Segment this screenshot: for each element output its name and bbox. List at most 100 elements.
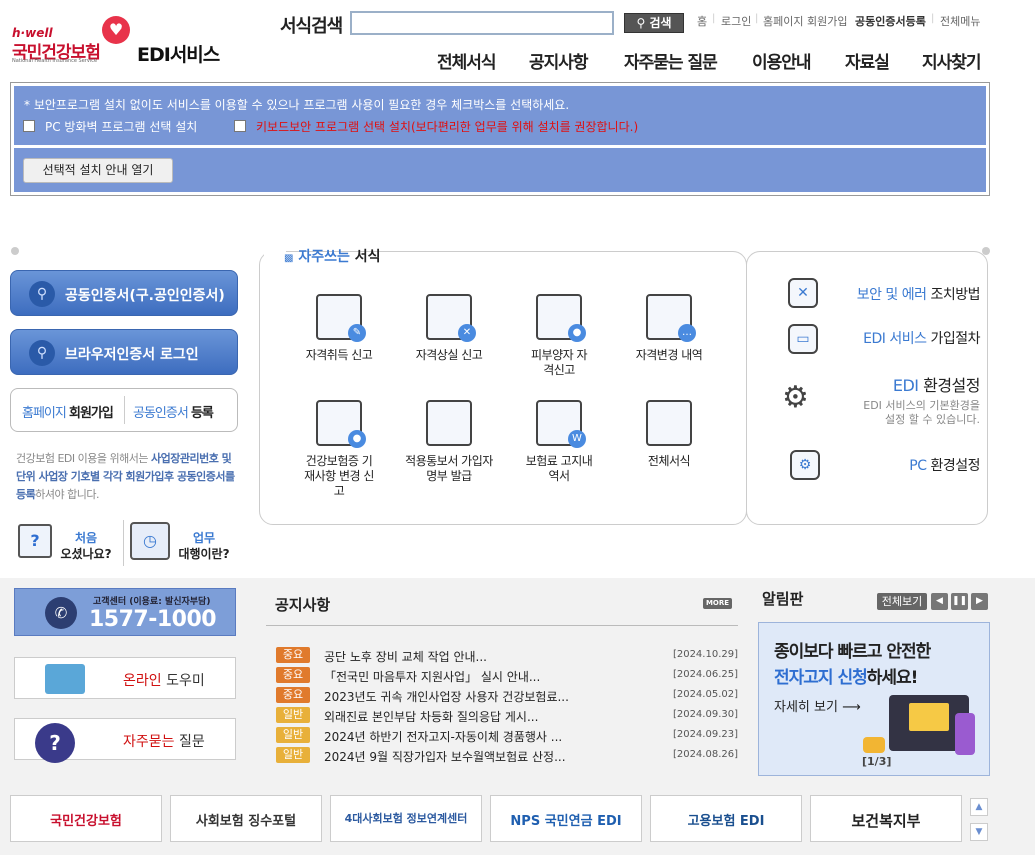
footer-logo-label: 고용보험 EDI: [687, 814, 765, 829]
search-button[interactable]: ⚲ 검색: [624, 13, 684, 33]
fav-item-acquire[interactable]: ✎ 자격취득 신고: [284, 294, 394, 363]
signup-link[interactable]: 홈페이지 회원가입: [22, 402, 114, 421]
keyboard-security-checkbox-label: 키보드보안 프로그램 선택 설치(보다편리한 업무를 위해 설치를 권장합니다.…: [256, 120, 639, 134]
notice-text: 2024년 하반기 전자고지-자동이체 경품행사 ...: [324, 730, 563, 744]
cert-register-prefix: 공동인증서: [133, 406, 189, 421]
scroll-down-icon[interactable]: ▼: [970, 823, 988, 841]
footer-logo-employment[interactable]: 고용보험 EDI: [650, 795, 802, 842]
footer-logo-4insurance[interactable]: 4대사회보험 정보연계센터: [330, 795, 482, 842]
fav-label: 피부양자 자격신고: [530, 348, 588, 377]
footer-logo-mohw[interactable]: 보건복지부: [810, 795, 962, 842]
notice-row[interactable]: 일반 2024년 하반기 전자고지-자동이체 경품행사 ... [2024.09…: [276, 726, 738, 744]
notice-more-button[interactable]: MORE: [703, 598, 732, 609]
search-input[interactable]: [350, 11, 614, 35]
util-separator: |: [755, 13, 759, 24]
notice-row[interactable]: 일반 2024년 9월 직장가입자 보수월액보험료 산정... [2024.08…: [276, 746, 738, 764]
key-icon: ⚲: [29, 340, 55, 366]
bulletin-view-all-button[interactable]: 전체보기: [877, 593, 927, 610]
util-link-home[interactable]: 홈: [697, 13, 707, 29]
question-monitor-icon[interactable]: ?: [18, 524, 52, 558]
pc-settings-link[interactable]: PC 환경설정: [909, 455, 980, 475]
next-icon[interactable]: ▶: [971, 593, 988, 610]
notice-text: 2024년 9월 직장가입자 보수월액보험료 산정...: [324, 750, 566, 764]
pause-icon[interactable]: ❚❚: [951, 593, 968, 610]
notice-row[interactable]: 중요 2023년도 귀속 개인사업장 사용자 건강보험료... [2024.05…: [276, 686, 738, 704]
fav-label: 자격변경 내역: [635, 348, 703, 362]
security-error-link[interactable]: 보안 및 에러 조치방법: [856, 284, 981, 304]
footer-logo-label: 사회보험 징수포털: [195, 814, 297, 829]
notice-row[interactable]: 일반 외래진료 본인부담 차등화 질의응답 게시... [2024.09.30]: [276, 706, 738, 724]
first-visit-link[interactable]: 처음 오셨나요?: [56, 530, 116, 562]
signup-prefix: 홈페이지: [22, 406, 67, 421]
notice-badge: 중요: [276, 687, 310, 703]
firewall-checkbox[interactable]: [23, 120, 35, 132]
fav-item-notice-issue[interactable]: 적용통보서 가입자명부 발급: [394, 400, 504, 484]
helper-person-icon: [45, 664, 85, 694]
fav-item-change-history[interactable]: … 자격변경 내역: [614, 294, 724, 363]
agency-clock-icon[interactable]: ◷: [130, 522, 170, 560]
edi-settings-link[interactable]: EDI 환경설정: [893, 372, 981, 396]
notice-badge: 일반: [276, 707, 310, 723]
banner-more-link[interactable]: 자세히 보기 ⟶: [774, 696, 861, 715]
form-cancel-icon: ✕: [426, 294, 476, 342]
r1-blue: 보안 및 에러: [856, 287, 927, 303]
fav-label: 보험료 고지내역서: [525, 454, 593, 483]
notice-date: [2024.05.02]: [672, 689, 738, 700]
notice-date: [2024.10.29]: [672, 649, 738, 660]
call-label: 고객센터 (이용료: 발신자부담): [93, 597, 211, 607]
agency-2: 대행이란?: [178, 547, 230, 561]
gnb-faq[interactable]: 자주묻는 질문: [624, 48, 718, 73]
footer-logo-label: 4대사회보험 정보연계센터: [344, 812, 468, 825]
gnb-guide[interactable]: 이용안내: [752, 48, 812, 73]
fav-item-card-change[interactable]: ● 건강보험증 기재사항 변경 신고: [284, 400, 394, 499]
e-notice-banner[interactable]: 종이보다 빠르고 안전한 전자고지 신청하세요! 자세히 보기 ⟶ [1/3]: [758, 622, 990, 776]
search-button-label: 검색: [649, 16, 672, 30]
prev-icon[interactable]: ◀: [931, 593, 948, 610]
fav-label: 적용통보서 가입자명부 발급: [405, 454, 493, 483]
util-link-login[interactable]: 로그인: [721, 13, 751, 29]
heart-logo-icon: ♥: [102, 16, 130, 44]
gnb-branch-finder[interactable]: 지사찾기: [922, 48, 982, 73]
r4-black: 환경설정: [930, 458, 980, 474]
browser-cert-login-button[interactable]: ⚲ 브라우저인증서 로그인: [10, 329, 238, 375]
gnb-library[interactable]: 자료실: [845, 48, 890, 73]
monitor-chat-icon: …: [646, 294, 696, 342]
faq-button[interactable]: ? 자주묻는 질문: [14, 718, 236, 763]
util-separator: |: [931, 13, 935, 24]
notice-text: 2023년도 귀속 개인사업장 사용자 건강보험료...: [324, 690, 569, 704]
footer-logo-collection-portal[interactable]: 사회보험 징수포털: [170, 795, 322, 842]
fav-item-all-forms[interactable]: 전체서식: [614, 400, 724, 469]
footer-logo-nps[interactable]: NPS 국민연금 EDI: [490, 795, 642, 842]
agency-link[interactable]: 업무 대행이란?: [174, 530, 234, 562]
footer-logo-label: NPS 국민연금 EDI: [510, 814, 622, 829]
footer-logo-nhis[interactable]: 국민건강보험: [10, 795, 162, 842]
decor-dot: [11, 247, 19, 255]
faq-label: 자주묻는 질문: [123, 731, 205, 751]
notice-row[interactable]: 중요 「전국민 마음투자 지원사업」 실시 안내... [2024.06.25]: [276, 666, 738, 684]
notice-row[interactable]: 중요 공단 노후 장비 교체 작업 안내... [2024.10.29]: [276, 646, 738, 664]
keyboard-security-checkbox[interactable]: [234, 120, 246, 132]
util-link-cert-register[interactable]: 공동인증서등록: [855, 13, 926, 29]
signup-note-c: 하셔야 합니다.: [35, 488, 99, 501]
online-help-button[interactable]: 온라인 도우미: [14, 657, 236, 699]
favorite-title-blue: 자주쓰는: [298, 249, 350, 265]
cert-register-link[interactable]: 공동인증서 등록: [133, 402, 214, 421]
util-link-all-menu[interactable]: 전체메뉴: [940, 13, 980, 29]
fav-item-premium[interactable]: W 보험료 고지내역서: [504, 400, 614, 484]
install-guide-button[interactable]: 선택적 설치 안내 열기: [23, 158, 173, 183]
footer-logo-label: 국민건강보험: [50, 814, 122, 829]
gnb-all-forms[interactable]: 전체서식: [437, 48, 497, 73]
notice-divider: [266, 625, 738, 626]
bulletin-title: 알림판: [762, 590, 804, 608]
notice-badge: 일반: [276, 747, 310, 763]
fav-item-dependent[interactable]: ● 피부양자 자격신고: [504, 294, 614, 378]
r2-blue: EDI 서비스: [863, 331, 927, 347]
r2-black: 가입절차: [930, 331, 980, 347]
cert-login-button[interactable]: ⚲ 공동인증서(구.공인인증서): [10, 270, 238, 316]
gnb-notices[interactable]: 공지사항: [529, 48, 589, 73]
fav-item-loss[interactable]: ✕ 자격상실 신고: [394, 294, 504, 363]
edi-signup-procedure-link[interactable]: EDI 서비스 가입절차: [863, 328, 980, 348]
scroll-up-icon[interactable]: ▲: [970, 798, 988, 816]
notice-badge: 일반: [276, 727, 310, 743]
util-link-signup[interactable]: 홈페이지 회원가입: [763, 13, 847, 29]
